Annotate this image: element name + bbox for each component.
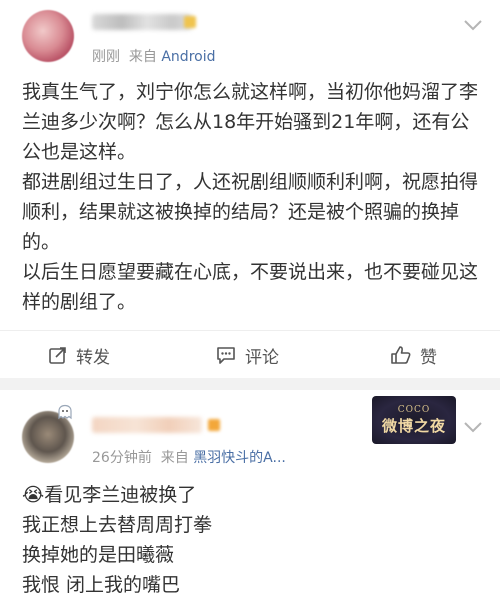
chevron-down-icon[interactable] [462,420,484,434]
comment-label: 评论 [245,347,279,368]
post-line: 我恨 闭上我的嘴巴 [22,574,181,596]
post-time: 刚刚 [92,49,120,65]
like-label: 赞 [420,347,437,368]
post-time: 26分钟前 [92,450,152,466]
chevron-down-icon[interactable] [462,18,484,32]
like-button[interactable]: 赞 [390,340,437,370]
source-prefix: 来自 [160,450,189,466]
post-source[interactable]: Android [161,49,215,65]
like-icon [391,346,411,364]
badge-top-text: COCO [397,404,431,415]
post-paragraph: 以后生日愿望要藏在心底，不要说出来，也不要碰见这样的剧组了。 [22,261,479,313]
vip-badge-icon [208,419,220,431]
source-prefix: 来自 [128,49,157,65]
post-body: 😭看见李兰迪被换了 我正想上去替周周打拳 换掉她的是田曦薇 我恨 闭上我的嘴巴 [22,480,482,600]
post-paragraph: 都进剧组过生日了，人还祝剧组顺顺利利啊，祝愿拍得顺利，结果就这被换掉的结局？还是… [22,171,479,253]
avatar[interactable] [22,10,74,62]
post-source[interactable]: 黑羽快斗的A... [193,450,286,466]
post-meta: 26分钟前 来自 黑羽快斗的A... [92,447,286,467]
username-blurred[interactable] [92,417,202,433]
repost-button[interactable]: 转发 [48,340,110,370]
post-line: 换掉她的是田曦薇 [22,544,175,566]
post-line: 😭看见李兰迪被换了 [22,484,197,506]
ghost-icon [58,404,72,420]
post-body: 我真生气了，刘宁你怎么就这样啊，当初你他妈溜了李兰迪多少次啊？怎么从18年开始骚… [22,77,482,317]
weibo-night-badge[interactable]: COCO 微博之夜 [372,396,456,444]
post-line: 我正想上去替周周打拳 [22,514,213,536]
post-paragraph: 我真生气了，刘宁你怎么就这样啊，当初你他妈溜了李兰迪多少次啊？怎么从18年开始骚… [22,81,479,163]
post-meta: 刚刚 来自 Android [92,46,216,66]
username-blurred[interactable] [92,14,192,30]
vip-badge-icon [184,16,196,28]
divider [0,330,500,331]
comment-icon [217,347,235,364]
repost-icon [49,347,66,364]
badge-main-text: 微博之夜 [381,416,446,435]
repost-label: 转发 [76,347,110,368]
comment-button[interactable]: 评论 [215,340,279,370]
